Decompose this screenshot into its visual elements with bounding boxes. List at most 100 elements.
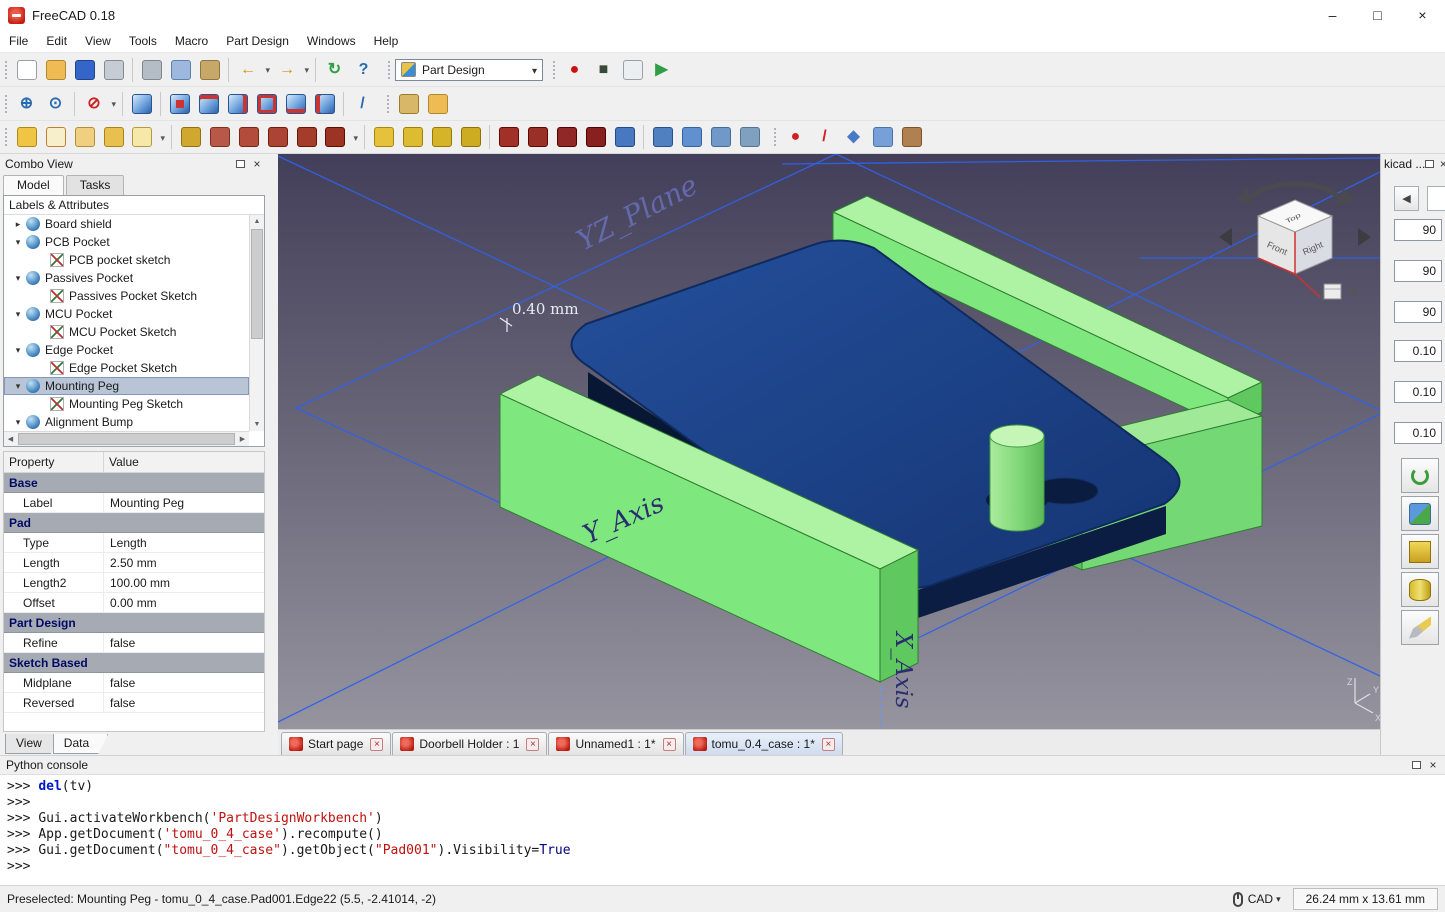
view-rear-button[interactable]: [252, 90, 281, 117]
tree-item[interactable]: Edge Pocket: [4, 341, 249, 359]
menu-item-macro[interactable]: Macro: [166, 31, 217, 51]
fillet-button[interactable]: [648, 124, 677, 151]
fit-all-button[interactable]: ⊕: [12, 90, 41, 117]
window-maximize-button[interactable]: □: [1355, 0, 1400, 30]
create-line-button[interactable]: /: [810, 124, 839, 151]
close-tab-icon[interactable]: [663, 738, 676, 751]
float-panel-icon[interactable]: [236, 160, 245, 168]
property-row[interactable]: Length2.50 mm: [4, 553, 264, 573]
additive-loft-button[interactable]: [234, 124, 263, 151]
python-console-body[interactable]: >>> del(tv)>>> >>> Gui.activateWorkbench…: [0, 775, 1445, 885]
mini-cube-icon[interactable]: [1324, 284, 1341, 299]
paste-button[interactable]: [195, 56, 224, 83]
close-panel-icon[interactable]: [1437, 158, 1445, 170]
chevron-down-icon[interactable]: [10, 309, 26, 320]
macro-record-button[interactable]: ●: [560, 56, 589, 83]
mounting-peg-cylinder[interactable]: [990, 425, 1044, 531]
chevron-down-icon[interactable]: [10, 381, 26, 392]
view-left-button[interactable]: [310, 90, 339, 117]
tree-item[interactable]: Mounting Peg Sketch: [4, 395, 249, 413]
kicad-spin-field[interactable]: 90: [1394, 260, 1442, 282]
polar-pattern-button[interactable]: [427, 124, 456, 151]
kicad-refresh-button[interactable]: [1401, 458, 1439, 493]
edit-sketch-button[interactable]: [70, 124, 99, 151]
menu-item-tools[interactable]: Tools: [120, 31, 166, 51]
redo-button[interactable]: →: [272, 56, 311, 83]
kicad-back-button[interactable]: [1394, 186, 1419, 211]
tab-tasks[interactable]: Tasks: [66, 175, 125, 195]
hole-button[interactable]: [523, 124, 552, 151]
menu-item-help[interactable]: Help: [365, 31, 408, 51]
view-right-button[interactable]: [223, 90, 252, 117]
cut-button[interactable]: [137, 56, 166, 83]
tree-item[interactable]: PCB pocket sketch: [4, 251, 249, 269]
external-geometry-button[interactable]: ◆: [839, 124, 868, 151]
close-tab-icon[interactable]: [370, 738, 383, 751]
scroll-left-icon[interactable]: [4, 432, 17, 446]
kicad-spin-field[interactable]: 90: [1394, 219, 1442, 241]
kicad-next-button[interactable]: [1427, 186, 1445, 211]
document-tab[interactable]: Doorbell Holder : 1: [392, 732, 547, 755]
float-panel-icon[interactable]: [1412, 761, 1421, 769]
menu-item-edit[interactable]: Edit: [37, 31, 76, 51]
pad-button[interactable]: [176, 124, 205, 151]
document-tab[interactable]: Unnamed1 : 1*: [548, 732, 683, 755]
kicad-spin-field[interactable]: 0.10: [1394, 422, 1442, 444]
pocket-button[interactable]: [494, 124, 523, 151]
property-row[interactable]: Offset0.00 mm: [4, 593, 264, 613]
menu-item-part-design[interactable]: Part Design: [217, 31, 298, 51]
property-row[interactable]: Length2100.00 mm: [4, 573, 264, 593]
close-tab-icon[interactable]: [822, 738, 835, 751]
draw-style-button[interactable]: ⊘: [79, 90, 118, 117]
tab-data[interactable]: Data: [53, 734, 108, 754]
tree-item[interactable]: Passives Pocket Sketch: [4, 287, 249, 305]
kicad-box-button[interactable]: [1401, 534, 1439, 569]
mirrored-button[interactable]: [369, 124, 398, 151]
kicad-pcb3d-button[interactable]: [1401, 496, 1439, 531]
scroll-down-icon[interactable]: [250, 418, 264, 431]
chevron-down-icon[interactable]: [10, 417, 26, 428]
tree-item[interactable]: Board shield: [4, 215, 249, 233]
create-body-button[interactable]: [12, 124, 41, 151]
tree-vertical-scrollbar[interactable]: [249, 215, 264, 431]
additive-pipe-button[interactable]: [263, 124, 292, 151]
property-row[interactable]: Refinefalse: [4, 633, 264, 653]
open-file-button[interactable]: [41, 56, 70, 83]
window-minimize-button[interactable]: –: [1310, 0, 1355, 30]
view-isometric-button[interactable]: [127, 90, 156, 117]
chamfer-button[interactable]: [677, 124, 706, 151]
document-tab[interactable]: tomu_0.4_case : 1*: [685, 732, 843, 755]
tree-item[interactable]: Alignment Bump: [4, 413, 249, 431]
linear-pattern-button[interactable]: [398, 124, 427, 151]
tree-item[interactable]: MCU Pocket Sketch: [4, 323, 249, 341]
tree-item[interactable]: PCB Pocket: [4, 233, 249, 251]
print-button[interactable]: [99, 56, 128, 83]
scroll-right-icon[interactable]: [236, 432, 249, 446]
property-row[interactable]: Midplanefalse: [4, 673, 264, 693]
kicad-spin-field[interactable]: 90: [1394, 301, 1442, 323]
undo-button[interactable]: ←: [233, 56, 272, 83]
measure-distance-button[interactable]: /: [348, 90, 377, 117]
dog-button[interactable]: [897, 124, 926, 151]
property-group[interactable]: Part Design: [4, 613, 264, 633]
macro-edit-button[interactable]: [618, 56, 647, 83]
scrollbar-thumb[interactable]: [18, 433, 235, 445]
property-row[interactable]: LabelMounting Peg: [4, 493, 264, 513]
document-tab[interactable]: Start page: [281, 732, 391, 755]
tree-item[interactable]: MCU Pocket: [4, 305, 249, 323]
workbench-selector[interactable]: Part Design: [395, 59, 543, 81]
kicad-cylinder-button[interactable]: [1401, 572, 1439, 607]
additive-box-button[interactable]: [292, 124, 321, 151]
menu-item-file[interactable]: File: [0, 31, 37, 51]
property-row[interactable]: Reversedfalse: [4, 693, 264, 713]
multi-transform-button[interactable]: [456, 124, 485, 151]
nav-style-selector[interactable]: CAD: [1248, 892, 1273, 906]
zoom-button[interactable]: ⊙: [41, 90, 70, 117]
create-point-button[interactable]: ●: [781, 124, 810, 151]
macro-stop-button[interactable]: ■: [589, 56, 618, 83]
thickness-button[interactable]: [735, 124, 764, 151]
create-group-button[interactable]: [423, 90, 452, 117]
create-datum-button[interactable]: [128, 124, 167, 151]
scroll-up-icon[interactable]: [250, 215, 264, 228]
view-bottom-button[interactable]: [281, 90, 310, 117]
